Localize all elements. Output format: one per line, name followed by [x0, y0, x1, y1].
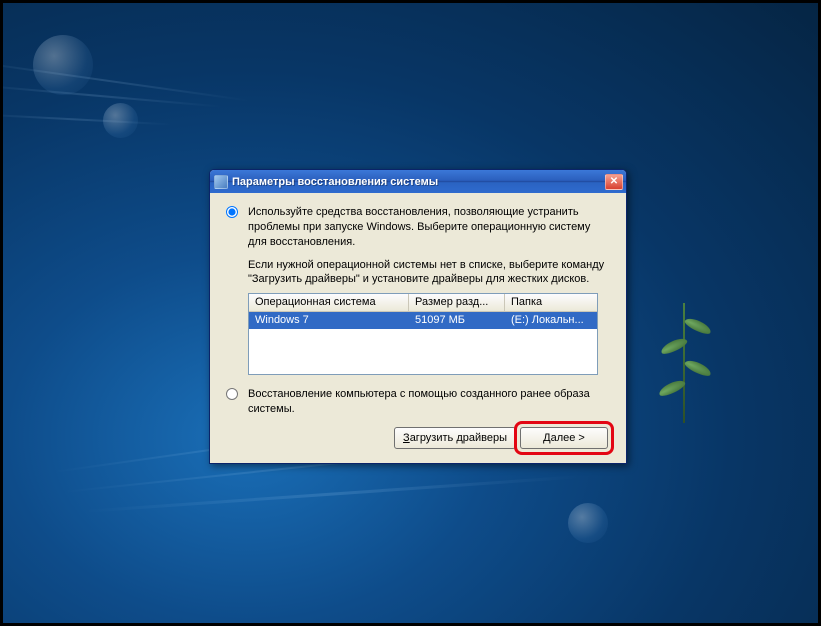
recovery-options-dialog: Параметры восстановления системы ✕ Испол…: [209, 169, 627, 464]
titlebar[interactable]: Параметры восстановления системы ✕: [210, 170, 626, 193]
next-button[interactable]: Далее >: [520, 427, 608, 449]
decoration: [568, 503, 608, 543]
option-repair-tools[interactable]: Используйте средства восстановления, поз…: [226, 205, 610, 250]
option-system-image[interactable]: Восстановление компьютера с помощью созд…: [226, 387, 610, 417]
option-repair-label: Используйте средства восстановления, поз…: [248, 205, 610, 250]
button-row: Загрузить драйверы Далее >: [226, 427, 610, 449]
cell-os: Windows 7: [249, 312, 409, 329]
radio-system-image[interactable]: [226, 388, 238, 400]
hint-text: Если нужной операционной системы нет в с…: [248, 258, 610, 288]
os-table[interactable]: Операционная система Размер разд... Папк…: [248, 293, 598, 375]
dialog-body: Используйте средства восстановления, поз…: [210, 193, 626, 463]
cell-folder: (E:) Локальн...: [505, 312, 597, 329]
decoration-plant: [648, 283, 728, 423]
cell-size: 51097 МБ: [409, 312, 505, 329]
option-image-label: Восстановление компьютера с помощью созд…: [248, 387, 610, 417]
decoration: [33, 35, 93, 95]
decoration: [3, 113, 173, 125]
close-icon: ✕: [610, 176, 618, 187]
col-size[interactable]: Размер разд...: [409, 294, 505, 311]
os-row-selected[interactable]: Windows 7 51097 МБ (E:) Локальн...: [249, 312, 597, 329]
window-title: Параметры восстановления системы: [232, 176, 601, 188]
load-drivers-button[interactable]: Загрузить драйверы: [394, 427, 516, 449]
os-table-header: Операционная система Размер разд... Папк…: [249, 294, 597, 312]
desktop-background: Параметры восстановления системы ✕ Испол…: [3, 3, 818, 623]
col-folder[interactable]: Папка: [505, 294, 597, 311]
decoration: [103, 103, 138, 138]
radio-repair-tools[interactable]: [226, 206, 238, 218]
close-button[interactable]: ✕: [605, 174, 623, 190]
col-os[interactable]: Операционная система: [249, 294, 409, 311]
next-button-wrapper: Далее >: [520, 427, 608, 449]
window-icon: [214, 175, 228, 189]
